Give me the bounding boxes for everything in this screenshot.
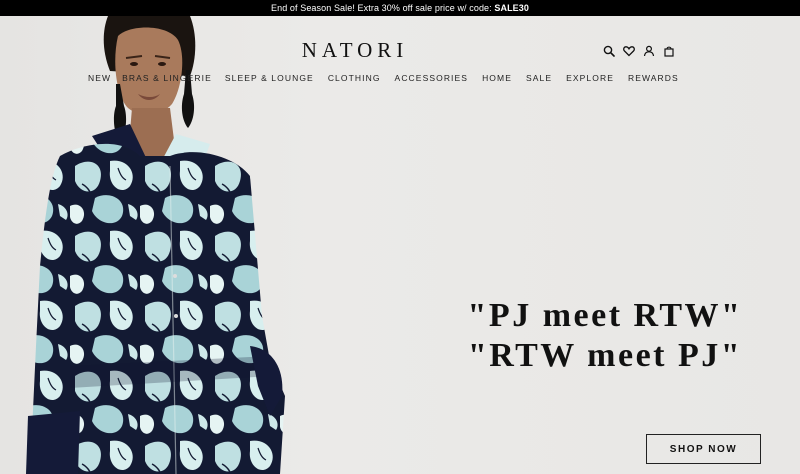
nav-item-explore[interactable]: EXPLORE	[566, 73, 614, 83]
hero-model-image	[26, 16, 285, 474]
nav-item-sale[interactable]: SALE	[526, 73, 552, 83]
nav-item-clothing[interactable]: CLOTHING	[328, 73, 381, 83]
bag-icon[interactable]	[663, 45, 675, 57]
nav-item-home[interactable]: HOME	[482, 73, 512, 83]
promo-code: SALE30	[494, 3, 529, 13]
hero-headline-line-1: "PJ meet RTW"	[467, 297, 743, 334]
heart-icon[interactable]	[623, 45, 635, 57]
promo-text: End of Season Sale! Extra 30% off sale p…	[271, 3, 495, 13]
promo-banner: End of Season Sale! Extra 30% off sale p…	[0, 0, 800, 16]
nav-item-bras-lingerie[interactable]: BRAS & LINGERIE	[122, 73, 212, 83]
nav-item-rewards[interactable]: REWARDS	[628, 73, 679, 83]
nav-item-accessories[interactable]: ACCESSORIES	[395, 73, 469, 83]
hero-headline: "PJ meet RTW" "RTW meet PJ"	[430, 296, 780, 376]
brand-logo-text: NATORI	[301, 38, 409, 62]
hero-headline-line-2: "RTW meet PJ"	[467, 337, 743, 374]
hero-banner[interactable]: NATORI NEW BRAS & LINGERIE SLEEP & LOUNG…	[0, 16, 800, 474]
header-icons	[603, 45, 675, 57]
nav-item-sleep-lounge[interactable]: SLEEP & LOUNGE	[225, 73, 314, 83]
nav-item-new[interactable]: NEW	[88, 73, 111, 83]
shop-now-button[interactable]: SHOP NOW	[646, 434, 761, 464]
account-icon[interactable]	[643, 45, 655, 57]
search-icon[interactable]	[603, 45, 615, 57]
main-nav: NEW BRAS & LINGERIE SLEEP & LOUNGE CLOTH…	[88, 73, 679, 83]
